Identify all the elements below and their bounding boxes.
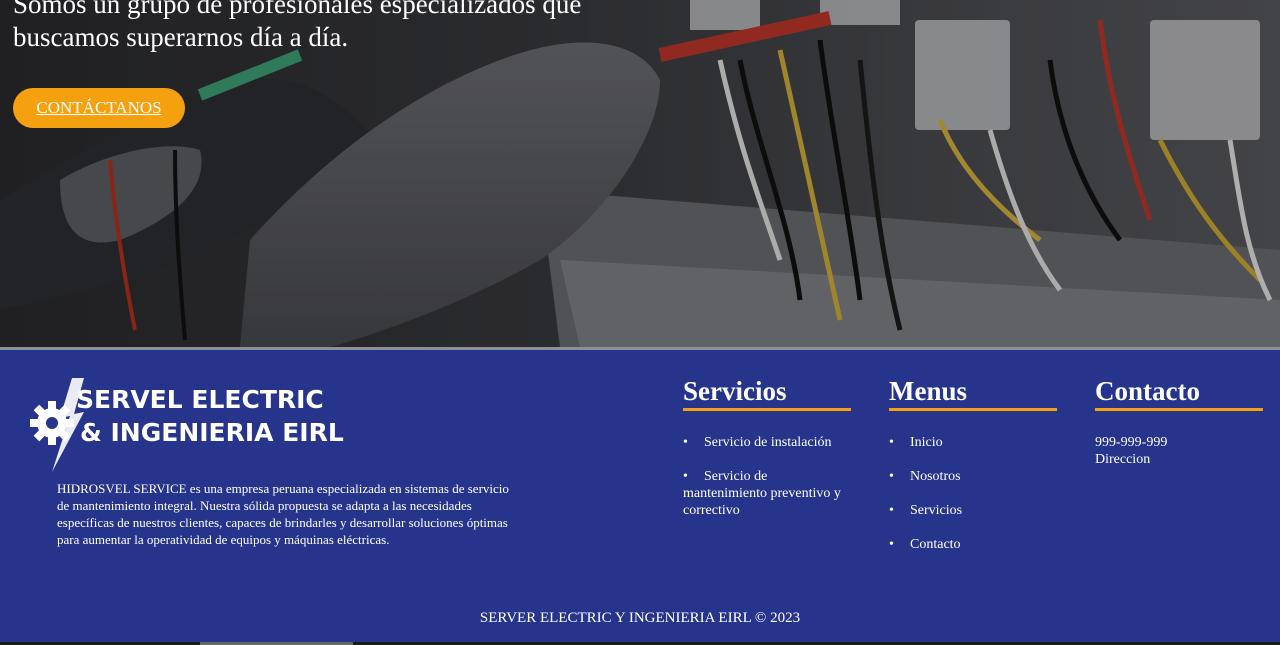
footer: SERVEL ELECTRIC & INGENIERIA EIRL HIDROS… xyxy=(0,350,1280,645)
list-item[interactable]: • Servicio de mantenimiento preventivo y … xyxy=(683,468,851,519)
services-column: Servicios • Servicio de instalación • Serv… xyxy=(683,374,851,536)
logo-text-line2: & INGENIERIA EIRL xyxy=(80,418,344,447)
menu-link-inicio[interactable]: • Inicio xyxy=(889,434,1057,451)
hero-tagline: Somos un grupo de profesionales especial… xyxy=(13,0,582,52)
menu-link-contacto[interactable]: • Contacto xyxy=(889,536,1057,553)
menu-item-label: Servicios xyxy=(910,503,963,518)
logo-text-line1: SERVEL ELECTRIC xyxy=(76,385,324,414)
menu-item-label: Contacto xyxy=(910,537,961,552)
hero-section: Somos un grupo de profesionales especial… xyxy=(0,0,1280,347)
menu-item-label: Nosotros xyxy=(910,469,961,484)
services-item-label: Servicio de instalación xyxy=(704,435,832,450)
company-description: HIDROSVEL SERVICE es una empresa peruana… xyxy=(57,481,509,547)
list-item[interactable]: • Servicio de instalación xyxy=(683,434,851,451)
services-heading: Servicios xyxy=(683,374,851,411)
company-logo[interactable]: SERVEL ELECTRIC & INGENIERIA EIRL xyxy=(24,376,364,476)
menus-column: Menus • Inicio • Nosotros • Servicios • Cont… xyxy=(889,374,1057,570)
contact-heading: Contacto xyxy=(1095,374,1263,411)
menu-link-servicios[interactable]: • Servicios xyxy=(889,502,1057,519)
contact-column: Contacto 999-999-999 Direccion xyxy=(1095,374,1263,468)
contact-phone[interactable]: 999-999-999 xyxy=(1095,434,1263,451)
menu-link-nosotros[interactable]: • Nosotros xyxy=(889,468,1057,485)
menus-heading: Menus xyxy=(889,374,1057,411)
services-item-label: Servicio de mantenimiento preventivo y c… xyxy=(683,469,841,518)
contact-address: Direccion xyxy=(1095,452,1151,467)
gear-icon xyxy=(30,401,74,445)
menu-item-label: Inicio xyxy=(910,435,943,450)
copyright-text: SERVER ELECTRIC Y INGENIERIA EIRL © 2023 xyxy=(479,610,801,626)
contact-button[interactable]: CONTÁCTANOS xyxy=(13,88,185,128)
